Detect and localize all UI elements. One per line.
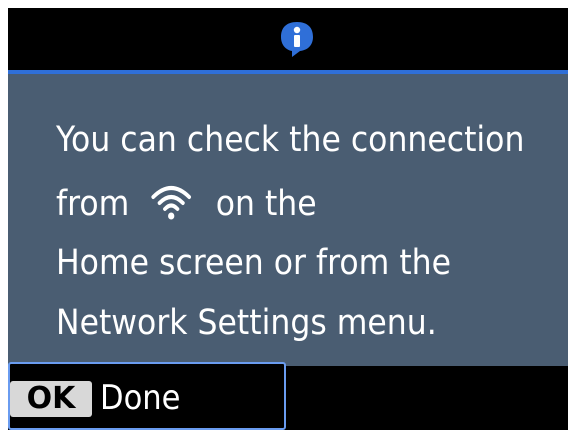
message-line-2-before: from — [56, 184, 130, 224]
message-line-2: from on the — [56, 183, 317, 224]
ok-key-label: OK — [10, 381, 92, 417]
done-button[interactable]: OK Done — [8, 362, 286, 430]
wifi-icon — [151, 186, 192, 220]
done-label: Done — [100, 378, 181, 418]
printer-lcd-screen: You can check the connection from on the… — [8, 8, 568, 430]
info-icon — [281, 22, 313, 57]
message-line-1: You can check the connection — [56, 120, 525, 160]
message-line-3: Home screen or from the — [56, 243, 452, 283]
message-line-2-after: on the — [215, 184, 317, 224]
message-line-4: Network Settings menu. — [56, 303, 437, 343]
message-panel: You can check the connection from on the… — [8, 74, 568, 366]
header-bar — [8, 8, 568, 70]
